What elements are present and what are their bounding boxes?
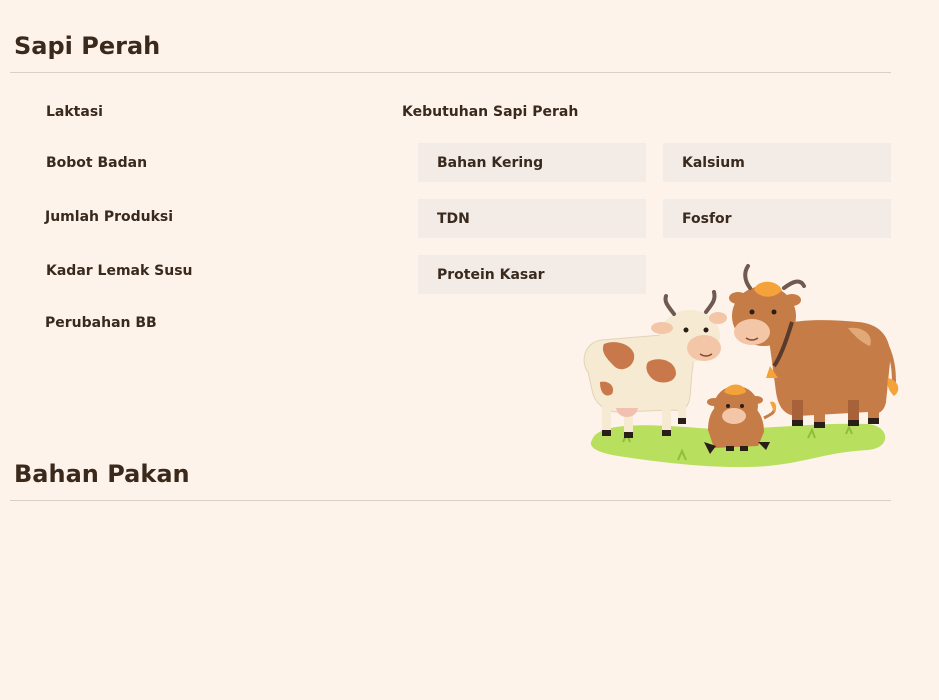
- perubahan-bb-label: Perubahan BB: [45, 315, 157, 331]
- laktasi-label: Laktasi: [46, 104, 103, 120]
- section-title-sapi-perah: Sapi Perah: [14, 32, 161, 60]
- section-title-bahan-pakan: Bahan Pakan: [14, 460, 190, 488]
- kalsium-field[interactable]: Kalsium: [663, 143, 891, 182]
- bobot-badan-label: Bobot Badan: [46, 155, 148, 171]
- bahan-kering-field[interactable]: Bahan Kering: [418, 143, 646, 182]
- kadar-lemak-susu-label: Kadar Lemak Susu: [46, 263, 193, 279]
- cow-family-illustration-icon: [583, 264, 899, 468]
- divider: [10, 72, 891, 73]
- divider: [10, 500, 891, 501]
- jumlah-produksi-label: Jumlah Produksi: [45, 209, 174, 225]
- fosfor-field[interactable]: Fosfor: [663, 199, 891, 238]
- kebutuhan-title: Kebutuhan Sapi Perah: [402, 104, 579, 120]
- tdn-field[interactable]: TDN: [418, 199, 646, 238]
